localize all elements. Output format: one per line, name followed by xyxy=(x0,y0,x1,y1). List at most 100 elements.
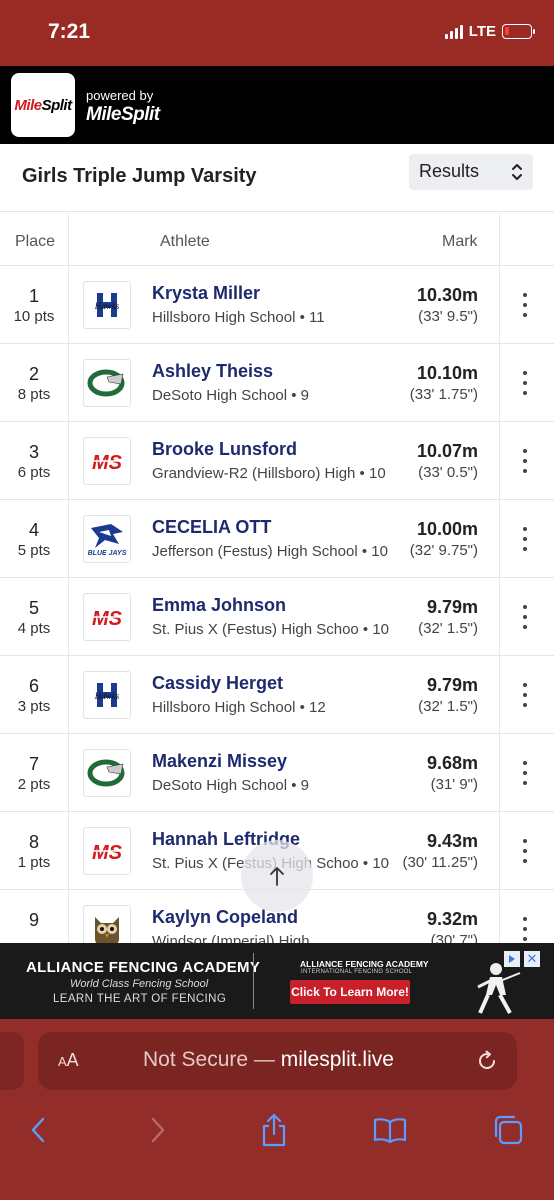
mark-cell: 9.79m (32' 1.5") xyxy=(418,597,478,637)
place-cell: 3 6 pts xyxy=(0,442,68,481)
place-cell: 2 8 pts xyxy=(0,364,68,403)
athlete-name[interactable]: Emma Johnson xyxy=(152,595,402,616)
more-options-icon[interactable] xyxy=(510,527,540,551)
ms-logo: MS xyxy=(83,437,131,485)
result-row[interactable]: 3 6 pts MS Brooke Lunsford Grandview-R2 (Hil… xyxy=(0,422,554,500)
mark-meters: 9.79m xyxy=(426,675,478,695)
chevron-right-icon xyxy=(151,1117,165,1143)
place-points: 3 pts xyxy=(17,698,51,715)
back-button[interactable] xyxy=(18,1110,58,1150)
more-options-icon[interactable] xyxy=(510,371,540,395)
bookmarks-button[interactable] xyxy=(370,1110,410,1150)
arrow-up-icon xyxy=(270,867,284,886)
place-number: 5 xyxy=(28,598,39,618)
place-cell: 6 3 pts xyxy=(0,676,68,715)
scroll-to-top-button[interactable] xyxy=(241,840,313,912)
url-text[interactable]: Not Secure — milesplit.live xyxy=(143,1048,394,1072)
more-options-icon[interactable] xyxy=(510,683,540,707)
mark-cell: 10.10m (33' 1.75") xyxy=(410,363,478,403)
mark-feet: (31' 9") xyxy=(430,776,478,793)
mark-meters: 10.30m xyxy=(416,285,478,305)
ad-cta-button[interactable]: Click To Learn More! xyxy=(290,980,410,1004)
browser-toolbar xyxy=(0,1106,554,1200)
event-header: Girls Triple Jump Varsity Results xyxy=(0,144,554,212)
result-row[interactable]: 6 3 pts Hawks Cassidy Herget Hillsboro High … xyxy=(0,656,554,734)
previous-tab-pill[interactable] xyxy=(0,1032,24,1090)
results-table: Place Athlete Mark 1 10 pts Hawks Krysta Mi… xyxy=(0,213,554,943)
mark-feet: (32' 1.5") xyxy=(418,620,478,637)
athlete-name[interactable]: Brooke Lunsford xyxy=(152,439,402,460)
place-number: 9 xyxy=(28,910,39,930)
svg-text:Hawks: Hawks xyxy=(94,691,120,701)
athlete-school[interactable]: St. Pius X (Festus) High Schoo • 10 xyxy=(152,620,402,639)
mark-feet: (33' 0.5") xyxy=(418,464,478,481)
book-icon xyxy=(373,1118,407,1143)
result-row[interactable]: 5 4 pts MS Emma Johnson St. Pius X (Festus) … xyxy=(0,578,554,656)
athlete-cell: Krysta Miller Hillsboro High School • 11 xyxy=(152,283,402,327)
event-title: Girls Triple Jump Varsity xyxy=(22,165,257,187)
athlete-school[interactable]: Grandview-R2 (Hillsboro) High • 10 xyxy=(152,464,402,483)
ad-tagline: LEARN THE ART OF FENCING xyxy=(53,993,227,1005)
mark-cell: 10.07m (33' 0.5") xyxy=(417,441,478,481)
battery-icon xyxy=(502,24,535,39)
more-options-icon[interactable] xyxy=(510,761,540,785)
network-type: LTE xyxy=(468,23,496,40)
mark-cell: 9.43m (30' 11.25") xyxy=(403,831,478,871)
athlete-name[interactable]: Krysta Miller xyxy=(152,283,402,304)
ms-logo: MS xyxy=(83,593,131,641)
forward-button[interactable] xyxy=(138,1110,178,1150)
view-select[interactable]: Results xyxy=(409,154,533,190)
athlete-name[interactable]: Makenzi Missey xyxy=(152,751,402,772)
tabs-button[interactable] xyxy=(488,1110,528,1150)
athlete-school[interactable]: Hillsboro High School • 11 xyxy=(152,308,402,327)
reload-icon[interactable] xyxy=(475,1049,499,1073)
place-points: 4 pts xyxy=(17,620,51,637)
athlete-cell: Cassidy Herget Hillsboro High School • 12 xyxy=(152,673,402,717)
signal-icon xyxy=(444,24,463,39)
brand-name: MileSplit xyxy=(86,104,160,125)
athlete-cell: Makenzi Missey DeSoto High School • 9 xyxy=(152,751,402,795)
svg-text:BLUE JAYS: BLUE JAYS xyxy=(88,550,127,557)
athlete-name[interactable]: Ashley Theiss xyxy=(152,361,402,382)
place-number: 6 xyxy=(28,676,39,696)
ad-banner[interactable]: ALLIANCE FENCING ACADEMY World Class Fen… xyxy=(0,943,554,1019)
result-row[interactable]: 2 8 pts Ashley Theiss DeSoto High School • … xyxy=(0,344,554,422)
address-bar[interactable]: AAAA Not Secure — milesplit.live xyxy=(38,1032,517,1090)
more-options-icon[interactable] xyxy=(510,293,540,317)
reader-aa-button[interactable]: AAAA xyxy=(58,1050,79,1071)
mark-feet: (32' 1.5") xyxy=(418,698,478,715)
milesplit-logo[interactable]: MileSplit xyxy=(11,73,75,137)
result-row[interactable]: 7 2 pts Makenzi Missey DeSoto High School •… xyxy=(0,734,554,812)
result-row[interactable]: 1 10 pts Hawks Krysta Miller Hillsboro High … xyxy=(0,266,554,344)
owl-logo xyxy=(83,905,131,943)
header-athlete: Athlete xyxy=(160,233,210,250)
desoto-logo xyxy=(83,749,131,797)
svg-text:Hawks: Hawks xyxy=(94,301,120,311)
more-options-icon[interactable] xyxy=(510,605,540,629)
more-options-icon[interactable] xyxy=(510,839,540,863)
athlete-name[interactable]: Cassidy Herget xyxy=(152,673,402,694)
athlete-school[interactable]: Jefferson (Festus) High School • 10 xyxy=(152,542,402,561)
place-points: 6 pts xyxy=(17,464,51,481)
share-button[interactable] xyxy=(254,1110,294,1150)
athlete-school[interactable]: Hillsboro High School • 12 xyxy=(152,698,402,717)
mark-feet: (33' 1.75") xyxy=(409,386,478,403)
ad-close-icon[interactable]: ✕ xyxy=(524,951,540,967)
athlete-school[interactable]: Windsor (Imperial) High xyxy=(152,932,402,943)
place-number: 3 xyxy=(28,442,39,462)
ad-info-icon[interactable] xyxy=(504,951,520,967)
hawks-logo: Hawks xyxy=(83,671,131,719)
more-options-icon[interactable] xyxy=(510,449,540,473)
ms-logo: MS xyxy=(83,827,131,875)
athlete-school[interactable]: DeSoto High School • 9 xyxy=(152,776,402,795)
result-row[interactable]: 4 5 pts BLUE JAYS CECELIA OTT Jefferson (Fes… xyxy=(0,500,554,578)
place-number: 2 xyxy=(28,364,39,384)
place-cell: 7 2 pts xyxy=(0,754,68,793)
athlete-school[interactable]: DeSoto High School • 9 xyxy=(152,386,402,405)
status-bar: 7:21 LTE xyxy=(0,0,554,66)
mark-feet: (32' 9.75") xyxy=(409,542,478,559)
app-header: MileSplit powered by MileSplit xyxy=(0,66,554,144)
more-options-icon[interactable] xyxy=(510,917,540,941)
athlete-name[interactable]: CECELIA OTT xyxy=(152,517,402,538)
mark-meters: 10.00m xyxy=(416,519,478,539)
